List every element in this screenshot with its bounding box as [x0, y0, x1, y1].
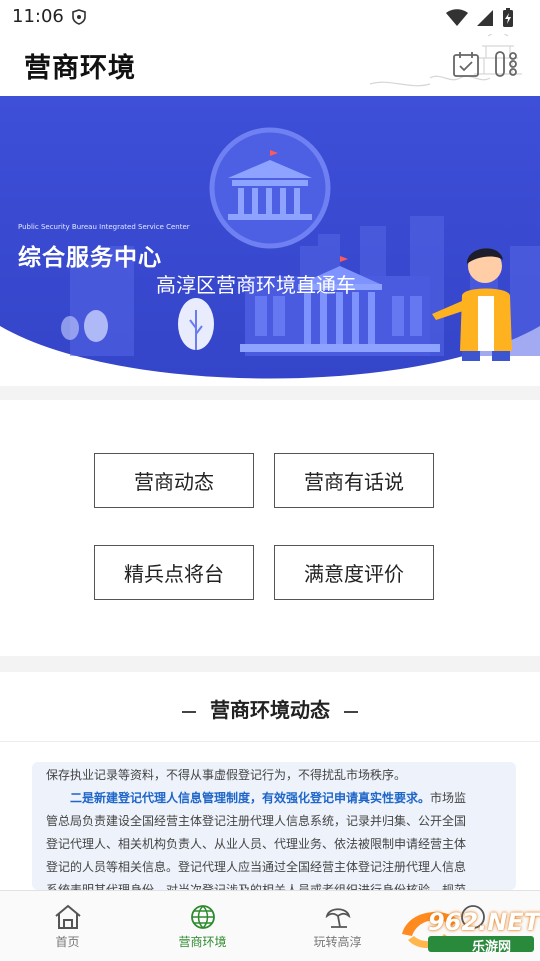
banner-heading: 综合服务中心	[18, 245, 162, 271]
news-line: 管总局负责建设全国经营主体登记注册代理人信息系统，记录并归集、公开全国	[46, 814, 467, 828]
watermark-brand: 962.NET	[428, 908, 540, 936]
tab-explore-gaochun[interactable]: 玩转高淳	[270, 891, 405, 961]
status-time: 11:06	[12, 6, 64, 27]
news-line: 系统表明其代理身份，对当次登记涉及的相关人员或者组织进行身份核验，规范	[46, 883, 467, 890]
business-feedback-button[interactable]: 营商有话说	[274, 453, 434, 508]
watermark-sub: 乐游网	[472, 940, 512, 955]
news-section-title: 营商环境动态	[0, 694, 540, 723]
news-line: 登记代理人、相关机构负责人、从业人员、代理业务、依法被限制申请经营主体	[46, 837, 467, 851]
page-title: 营商环境	[24, 53, 136, 84]
elite-selection-button[interactable]: 精兵点将台	[94, 545, 254, 600]
tab-business-environment[interactable]: 营商环境	[135, 891, 270, 961]
shield-icon	[72, 9, 86, 25]
more-menu-icon[interactable]	[494, 50, 520, 78]
divider	[0, 741, 540, 742]
menu-card: 营商动态 营商有话说 精兵点将台 满意度评价	[0, 400, 540, 656]
calendar-check-icon[interactable]	[452, 50, 480, 78]
banner-small-en: Public Security Bureau Integrated Servic…	[18, 223, 190, 231]
umbrella-icon	[325, 908, 350, 928]
tab-label: 玩转高淳	[313, 935, 362, 949]
tab-home[interactable]: 首页	[0, 891, 135, 961]
tab-label: 首页	[55, 935, 80, 949]
news-section: 营商环境动态 保存执业记录等资料，不得从事虚假登记行为，不得扰乱市场秩序。 二是…	[0, 672, 540, 890]
globe-icon	[190, 905, 215, 929]
watermark-logo: 962.NET 乐游网	[398, 904, 540, 955]
business-news-button[interactable]: 营商动态	[94, 453, 254, 508]
tab-label: 营商环境	[178, 935, 227, 949]
status-bar: 11:06	[0, 0, 540, 34]
news-line: 保存执业记录等资料，不得从事虚假登记行为，不得扰乱市场秩序。	[46, 768, 407, 782]
hero-banner[interactable]: Public Security Bureau Integrated Servic…	[0, 96, 540, 386]
app-header: 营商环境	[0, 34, 540, 96]
battery-icon	[503, 8, 513, 27]
banner-subheading: 高淳区营商环境直通车	[156, 273, 356, 297]
news-article[interactable]: 保存执业记录等资料，不得从事虚假登记行为，不得扰乱市场秩序。 二是新建登记代理人…	[32, 762, 516, 890]
wifi-icon	[446, 9, 468, 26]
news-line: 二是新建登记代理人信息管理制度，有效强化登记申请真实性要求。市场监	[70, 791, 467, 805]
signal-icon	[477, 10, 493, 26]
home-icon	[54, 904, 81, 929]
satisfaction-rating-button[interactable]: 满意度评价	[274, 545, 434, 600]
news-line: 登记的人员等相关信息。登记代理人应当通过全国经营主体登记注册代理人信息	[46, 860, 467, 874]
